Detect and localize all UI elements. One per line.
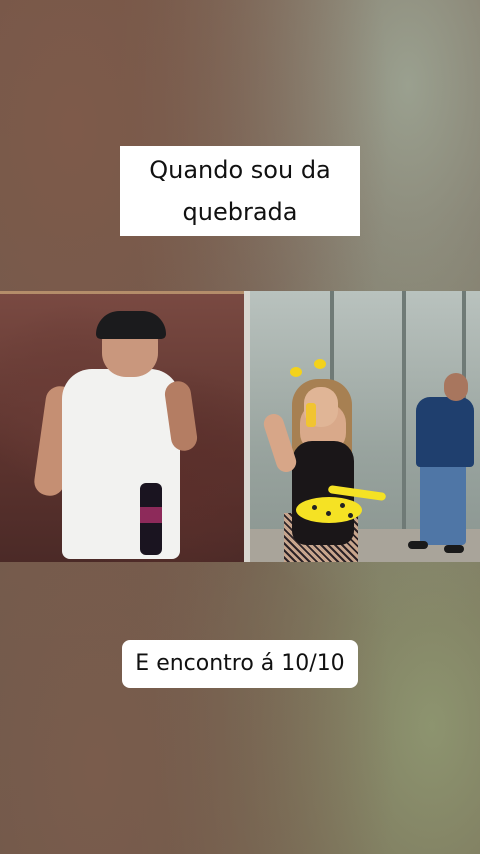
bottom-caption: E encontro á 10/10 bbox=[122, 640, 358, 688]
yellow-fan bbox=[296, 497, 362, 523]
video-content[interactable] bbox=[0, 291, 480, 562]
glass-mullion bbox=[402, 291, 406, 531]
fan-dot bbox=[340, 503, 345, 508]
bottle-label bbox=[140, 507, 162, 523]
top-caption-line-1: Quando sou da bbox=[120, 146, 360, 194]
microphone bbox=[306, 403, 316, 427]
video-frame: Quando sou da quebrada E encontro á 10/1… bbox=[0, 0, 480, 854]
cap bbox=[96, 311, 166, 339]
headband-antenna bbox=[314, 359, 326, 369]
staff-head bbox=[444, 373, 468, 401]
fan-dot bbox=[312, 505, 317, 510]
top-caption: Quando sou da quebrada bbox=[120, 146, 360, 236]
staff-shirt bbox=[416, 397, 474, 467]
shoe bbox=[408, 541, 428, 549]
man-tank-top bbox=[62, 369, 180, 559]
top-caption-line-2: quebrada bbox=[162, 188, 318, 236]
shoe bbox=[444, 545, 464, 553]
staff-jeans bbox=[420, 463, 466, 545]
fan-dot bbox=[326, 511, 331, 516]
wall-seam bbox=[244, 291, 250, 562]
wall-trim bbox=[0, 291, 250, 294]
fan-dot bbox=[348, 513, 353, 518]
headband-antenna bbox=[290, 367, 302, 377]
